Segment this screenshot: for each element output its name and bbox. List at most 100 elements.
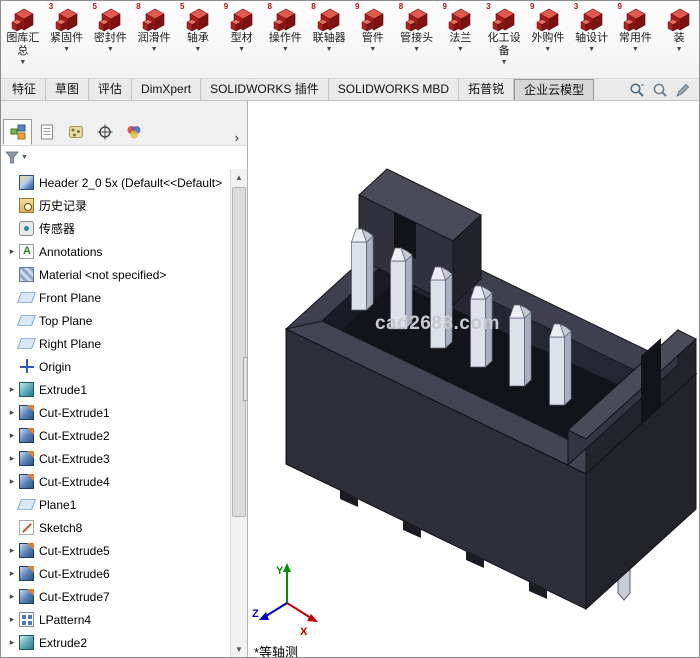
ribbon-item[interactable]: 装 ▼ (657, 1, 699, 78)
red-cube-icon (491, 6, 517, 32)
tree-item-label: LPattern4 (39, 613, 91, 627)
ribbon-item[interactable]: 8 管接头 ▼ (395, 1, 439, 78)
commandmanager-tab[interactable]: 评估 (89, 79, 132, 100)
tab-configurationmanager[interactable] (61, 119, 90, 145)
ribbon-item-label: 型材 (221, 32, 263, 45)
history-icon (19, 198, 34, 213)
ribbon-item[interactable]: 9 法兰 ▼ (439, 1, 483, 78)
graphics-viewport[interactable]: cad2688.com (248, 101, 699, 657)
tree-item[interactable]: ▸ 历史记录 (1, 194, 247, 217)
commandmanager-tab[interactable]: 特征 (3, 79, 46, 100)
expand-arrow-icon[interactable]: ▸ (6, 637, 18, 648)
tree-item[interactable]: ▸ Cut-Extrude3 (1, 447, 247, 470)
expand-arrow-icon[interactable]: ▸ (6, 246, 18, 257)
tab-displaymanager[interactable] (119, 119, 148, 145)
pen-icon[interactable] (675, 82, 691, 98)
tree-filter-bar[interactable]: ▼ (1, 145, 247, 169)
ribbon-item[interactable]: 3 紧固件 ▼ (45, 1, 89, 78)
scroll-up-arrow[interactable]: ▲ (231, 169, 247, 185)
ribbon-item[interactable]: 9 外购件 ▼ (526, 1, 570, 78)
ribbon-item[interactable]: 3 轴设计 ▼ (570, 1, 614, 78)
ribbon-item-label: 装 (658, 32, 699, 45)
tree-item[interactable]: ▸ Cut-Extrude5 (1, 539, 247, 562)
tree-item[interactable]: ▸ LPattern4 (1, 608, 247, 631)
expand-arrow-icon[interactable]: ▸ (6, 545, 18, 556)
scroll-down-arrow[interactable]: ▼ (231, 641, 247, 657)
commandmanager-tab[interactable]: SOLIDWORKS MBD (329, 79, 459, 100)
panel-tabs-overflow-chevron[interactable]: › (231, 130, 243, 145)
ribbon-item-label: 轴承 (177, 32, 219, 45)
tab-dimxpertmanager[interactable] (90, 119, 119, 145)
red-cube-icon (141, 6, 167, 32)
commandmanager-tab[interactable]: DimXpert (132, 79, 201, 100)
tree-item[interactable]: ▸ Sketch8 (1, 516, 247, 539)
expand-arrow-icon[interactable]: ▸ (6, 614, 18, 625)
cut-icon (19, 405, 34, 420)
ribbon-item[interactable]: 9 型材 ▼ (220, 1, 264, 78)
expand-arrow-icon[interactable]: ▸ (6, 591, 18, 602)
tree-item[interactable]: ▸ Cut-Extrude7 (1, 585, 247, 608)
tree-item[interactable]: ▸ Cut-Extrude6 (1, 562, 247, 585)
tree-item[interactable]: ▸ Annotations (1, 240, 247, 263)
ribbon-item[interactable]: 8 联轴器 ▼ (307, 1, 351, 78)
ribbon-item-label: 操作件 (264, 32, 306, 45)
plane-icon (17, 338, 36, 349)
expand-arrow-icon[interactable]: ▸ (6, 384, 18, 395)
tree-item[interactable]: ▸ Front Plane (1, 286, 247, 309)
ribbon-item[interactable]: 3 化工设备 ▼ (482, 1, 526, 78)
ribbon-item[interactable]: 图库汇总 ▼ (1, 1, 45, 78)
tree-item[interactable]: ▸ Origin (1, 355, 247, 378)
ribbon-item-badge: 9 (355, 2, 359, 11)
tree-item-label: Extrude1 (39, 383, 87, 397)
tree-item[interactable]: ▸ Extrude3 (1, 654, 247, 657)
commandmanager-tab[interactable]: SOLIDWORKS 插件 (201, 79, 329, 100)
ribbon-item[interactable]: 5 密封件 ▼ (89, 1, 133, 78)
tree-item-label: Origin (39, 360, 71, 374)
dropdown-arrow-icon: ▼ (282, 46, 289, 54)
tree-item[interactable]: ▸ Cut-Extrude2 (1, 424, 247, 447)
ribbon-item-label: 常用件 (614, 32, 656, 45)
commandmanager-tab[interactable]: 企业云模型 (514, 79, 594, 100)
expand-arrow-icon[interactable]: ▸ (6, 430, 18, 441)
ribbon-item[interactable]: 8 操作件 ▼ (264, 1, 308, 78)
red-cube-icon (404, 6, 430, 32)
ribbon-item[interactable]: 9 管件 ▼ (351, 1, 395, 78)
toolbox-ribbon: 图库汇总 ▼ 3 紧固件 ▼ 5 (1, 1, 699, 79)
ribbon-item[interactable]: 8 润滑件 ▼ (132, 1, 176, 78)
scrollbar-thumb[interactable] (232, 187, 246, 517)
ribbon-item-label: 管件 (352, 32, 394, 45)
tab-propertymanager[interactable] (32, 119, 61, 145)
ribbon-item[interactable]: 5 轴承 ▼ (176, 1, 220, 78)
tree-item-label: Right Plane (39, 337, 101, 351)
red-cube-icon (666, 6, 692, 32)
tab-featuremanager-tree[interactable] (3, 119, 32, 145)
tree-scrollbar: ▲ ▼ (230, 169, 247, 657)
expand-arrow-icon[interactable]: ▸ (6, 407, 18, 418)
configuration-branch-icon (68, 124, 84, 140)
tree-item[interactable]: ▸ Right Plane (1, 332, 247, 355)
feature-tree-icon (10, 124, 26, 140)
tree-item[interactable]: ▸ Material <not specified> (1, 263, 247, 286)
tree-item[interactable]: ▸ 传感器 (1, 217, 247, 240)
magnifier-icon[interactable] (652, 82, 668, 98)
dropdown-arrow-icon: ▼ (676, 46, 683, 54)
search-commands-icon[interactable] (629, 82, 645, 98)
red-cube-icon (447, 6, 473, 32)
tree-item[interactable]: ▸ Plane1 (1, 493, 247, 516)
ribbon-item[interactable]: 9 常用件 ▼ (614, 1, 658, 78)
tree-item[interactable]: ▸ Cut-Extrude1 (1, 401, 247, 424)
tree-item[interactable]: ▸ Top Plane (1, 309, 247, 332)
tree-item[interactable]: ▸ Cut-Extrude4 (1, 470, 247, 493)
cut-icon (19, 543, 34, 558)
expand-arrow-icon[interactable]: ▸ (6, 568, 18, 579)
tree-item[interactable]: ▸ Extrude2 (1, 631, 247, 654)
expand-arrow-icon[interactable]: ▸ (6, 476, 18, 487)
commandmanager-tab[interactable]: 草图 (46, 79, 89, 100)
expand-arrow-icon[interactable]: ▸ (6, 453, 18, 464)
tree-item[interactable]: ▸ Extrude1 (1, 378, 247, 401)
dropdown-arrow-icon: ▼ (413, 46, 420, 54)
feature-tree: ▸ Header 2_0 5x (Default<<Default> ▸ 历史记… (1, 169, 247, 657)
tree-root-item[interactable]: ▸ Header 2_0 5x (Default<<Default> (1, 171, 247, 194)
tree-item-label: Cut-Extrude1 (39, 406, 110, 420)
commandmanager-tab[interactable]: 拓普锐 (459, 79, 514, 100)
